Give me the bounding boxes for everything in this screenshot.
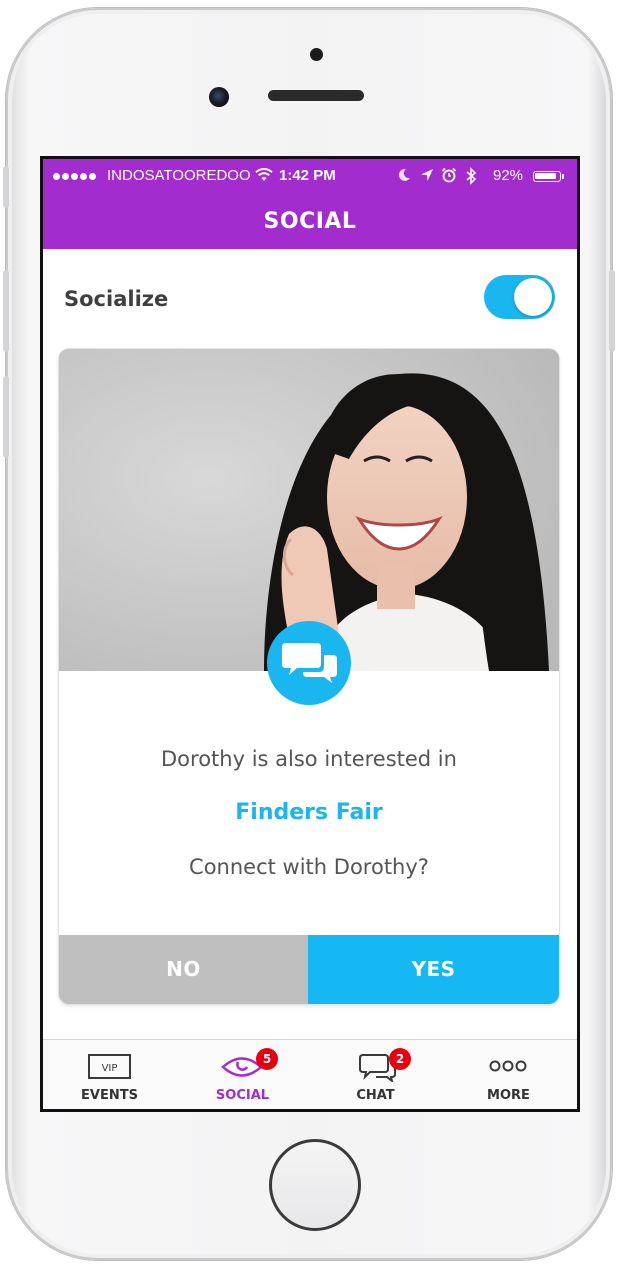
alarm-clock-icon xyxy=(441,167,457,187)
wifi-icon xyxy=(255,168,273,186)
tab-chat[interactable]: 2 CHAT xyxy=(309,1040,442,1109)
eye-icon xyxy=(176,1052,309,1082)
yes-button[interactable]: YES xyxy=(308,935,559,1004)
bluetooth-icon xyxy=(465,167,477,189)
moon-icon xyxy=(397,168,411,186)
connect-question: Connect with Dorothy? xyxy=(189,855,429,879)
tab-events[interactable]: VIP EVENTS xyxy=(43,1040,176,1109)
front-camera xyxy=(209,87,229,107)
event-name[interactable]: Finders Fair xyxy=(59,800,559,825)
socialize-label: Socialize xyxy=(64,287,169,311)
phone-screen: INDOSATOOREDOO 1:42 PM 92% SOCIAL Social… xyxy=(40,156,580,1112)
proximity-sensor xyxy=(310,48,323,61)
toggle-knob xyxy=(514,278,552,316)
signal-dots-icon xyxy=(53,173,98,190)
mute-switch xyxy=(3,166,9,208)
tab-label-events: EVENTS xyxy=(81,1088,138,1103)
interest-text: Dorothy is also interested in xyxy=(161,747,457,771)
nav-bar: SOCIAL xyxy=(43,193,577,249)
socialize-toggle[interactable] xyxy=(484,275,555,319)
main-content: Socialize Dorothy is also interested in … xyxy=(43,249,577,1039)
chat-bubbles-icon xyxy=(267,621,351,705)
battery-fill xyxy=(535,173,556,179)
status-time: 1:42 PM xyxy=(279,167,336,184)
vip-ticket-icon: VIP xyxy=(43,1052,176,1082)
tab-bar: VIP EVENTS 5 SOCIAL 2 CHAT MORE xyxy=(43,1039,577,1109)
social-badge: 5 xyxy=(256,1048,278,1070)
location-arrow-icon xyxy=(420,168,434,186)
tab-label-social: SOCIAL xyxy=(215,1088,270,1103)
battery-percent: 92% xyxy=(493,167,524,184)
tab-label-more: MORE xyxy=(487,1088,530,1103)
volume-down-button xyxy=(3,376,9,458)
carrier-name: INDOSATOOREDOO xyxy=(107,167,251,184)
vip-ticket-text: VIP xyxy=(102,1063,118,1074)
match-card: Dorothy is also interested in Finders Fa… xyxy=(59,349,559,1004)
status-bar: INDOSATOOREDOO 1:42 PM 92% xyxy=(43,159,577,193)
no-button[interactable]: NO xyxy=(59,935,308,1004)
more-dots-icon xyxy=(442,1052,575,1082)
battery-tip xyxy=(562,174,564,179)
power-button xyxy=(609,270,615,352)
tab-social[interactable]: 5 SOCIAL xyxy=(176,1040,309,1109)
home-button[interactable] xyxy=(269,1139,361,1231)
chat-bubbles-icon xyxy=(309,1052,442,1084)
chat-badge: 2 xyxy=(389,1048,411,1070)
tab-label-chat: CHAT xyxy=(356,1088,395,1103)
volume-up-button xyxy=(3,270,9,352)
page-title: SOCIAL xyxy=(263,209,357,234)
tab-more[interactable]: MORE xyxy=(442,1040,575,1109)
earpiece-speaker xyxy=(268,90,364,101)
battery-icon xyxy=(533,171,561,182)
